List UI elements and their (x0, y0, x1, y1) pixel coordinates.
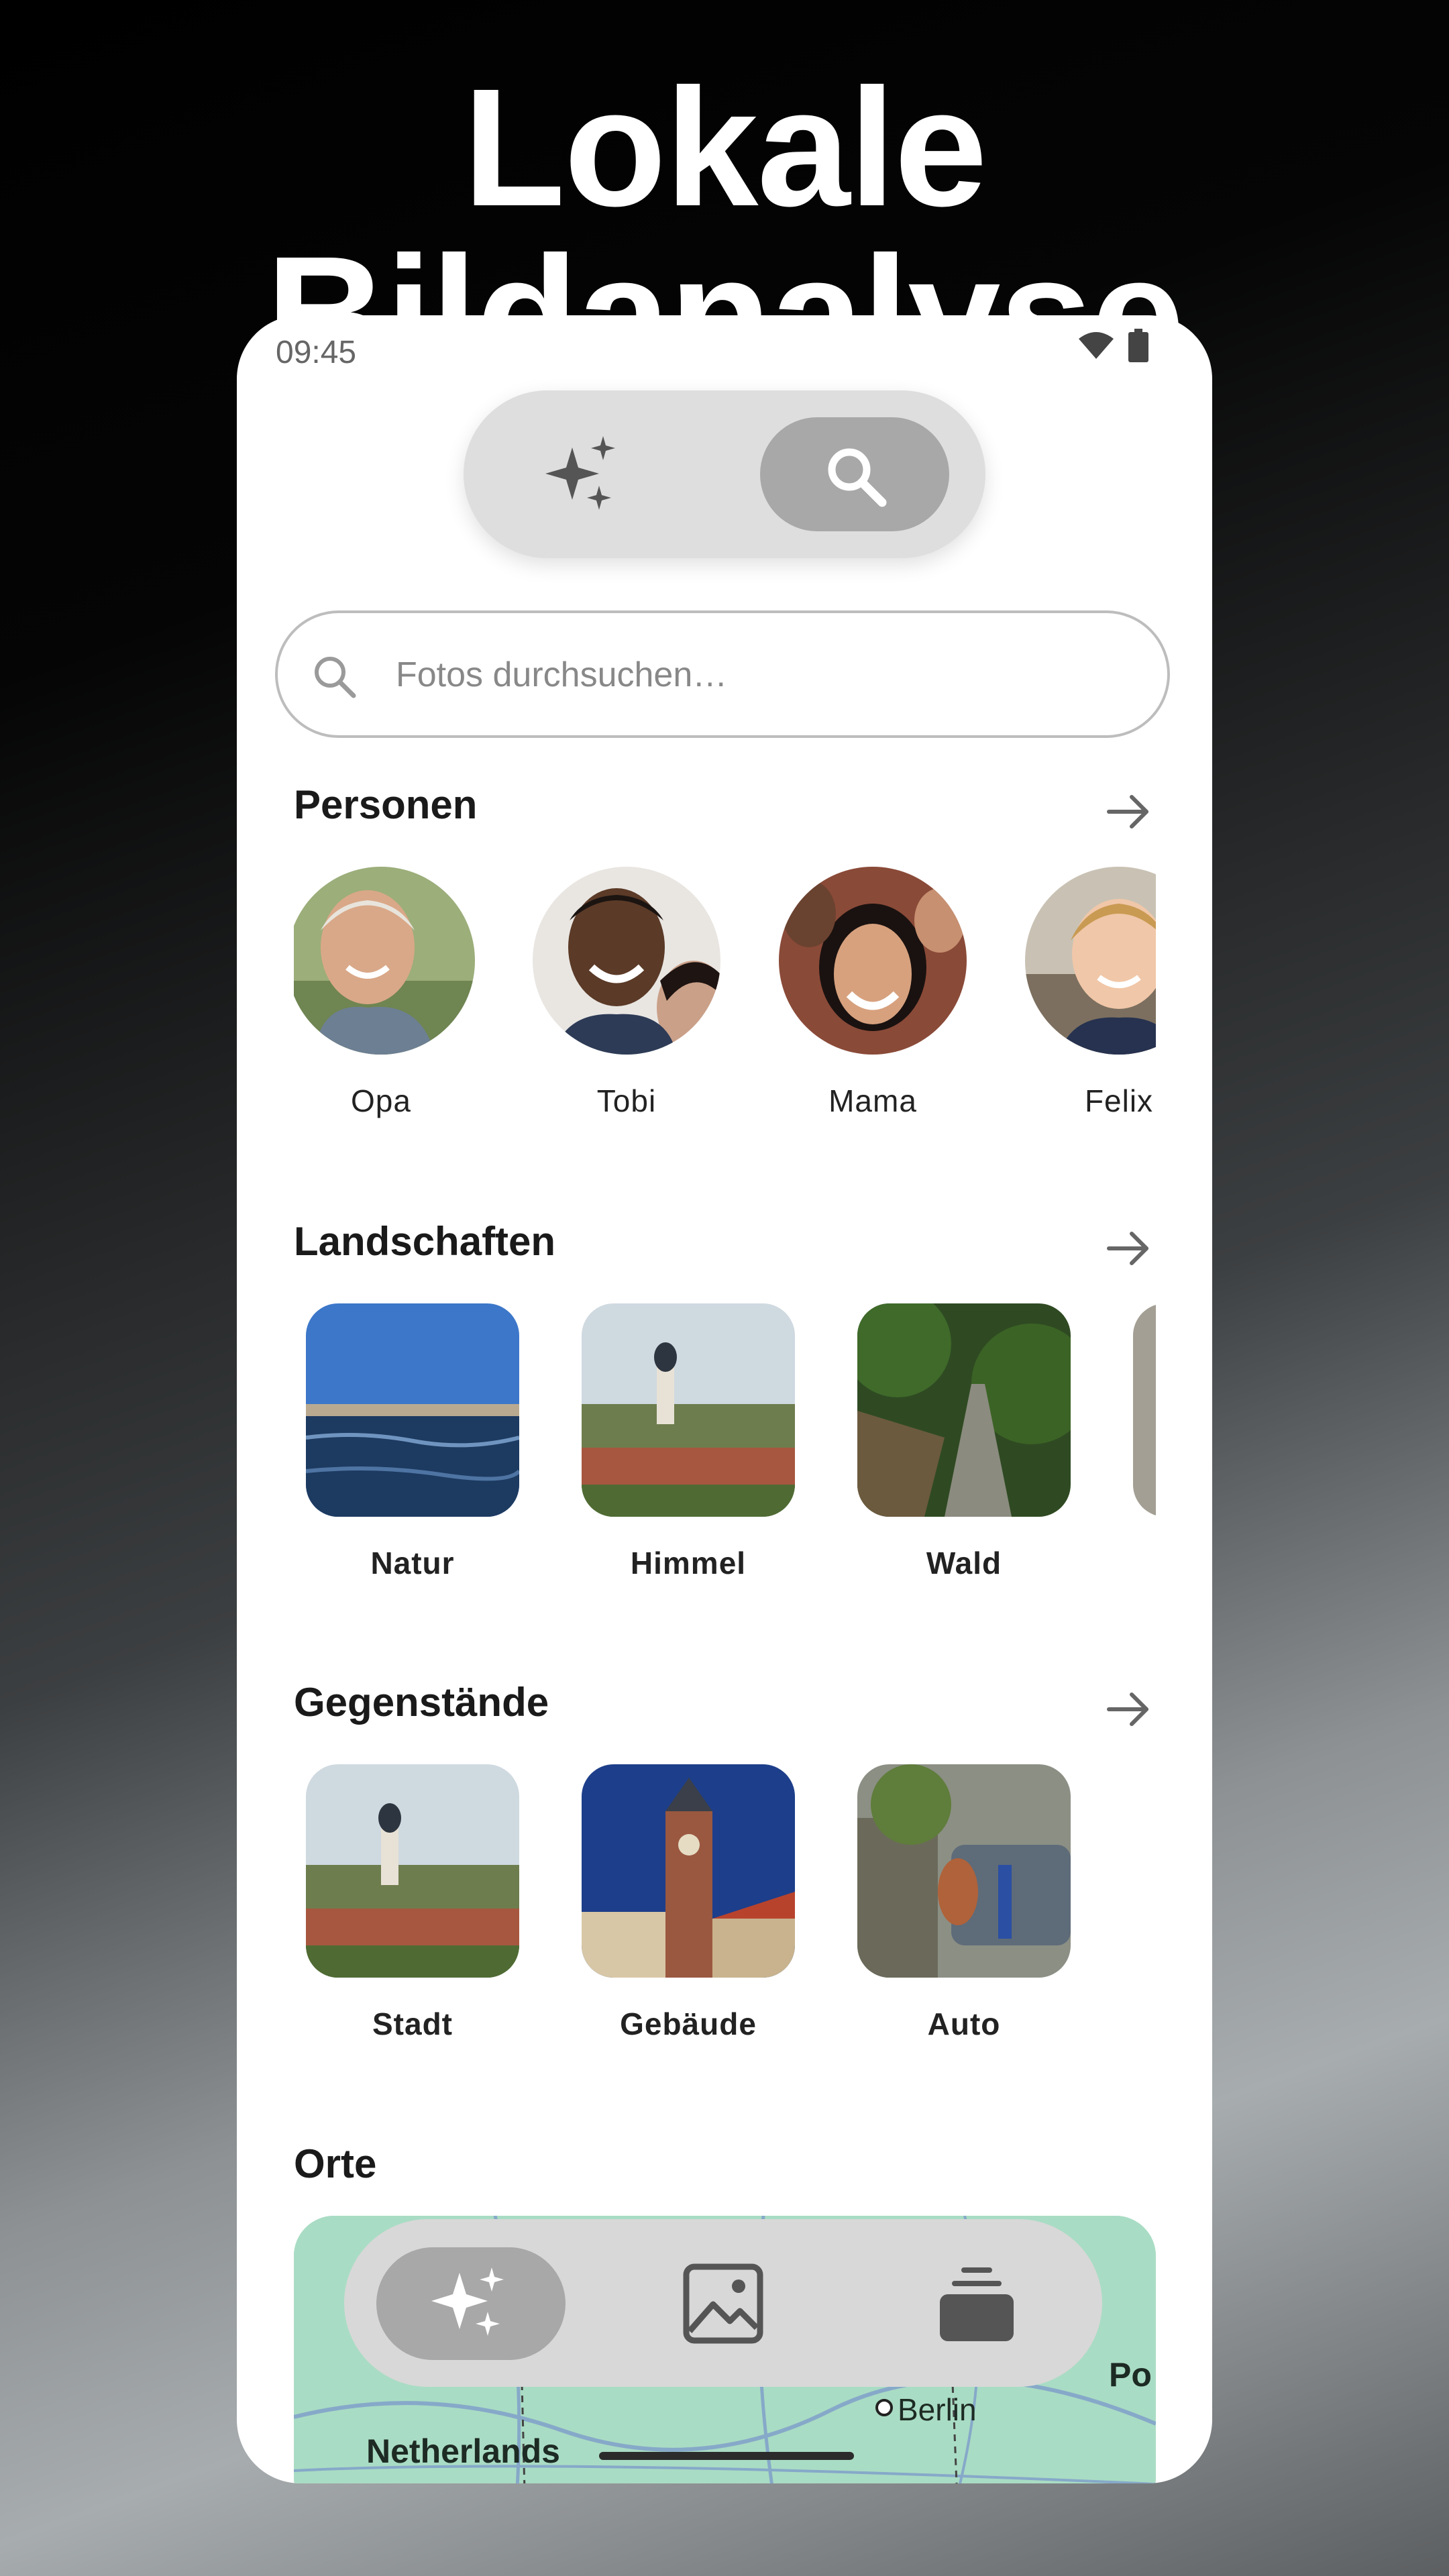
tile-label: Gebäude (620, 2006, 757, 2041)
bottom-navigation (344, 2219, 1102, 2387)
tile-label: Himmel (630, 1546, 747, 1580)
map-label-city: Berlin (898, 2392, 977, 2427)
thumbnail (306, 1764, 519, 1978)
search-icon (315, 657, 356, 698)
tile-label: Stadt (372, 2006, 453, 2041)
person-label: Opa (351, 1083, 411, 1118)
phone-screen: 09:45 Fotos durchsuchen… Personen Opa To… (237, 315, 1212, 2483)
person-label: Tobi (596, 1083, 657, 1118)
nav-stack-button[interactable] (920, 2247, 1034, 2360)
landscape-himmel[interactable]: Himmel (582, 1303, 795, 1581)
person-mama[interactable]: Mama (779, 867, 967, 1119)
section-title-landscapes: Landschaften (294, 1219, 556, 1264)
object-auto[interactable]: Auto (857, 1764, 1071, 2042)
thumbnail (857, 1303, 1071, 1517)
wifi-icon (1079, 332, 1114, 359)
person-label: Mama (828, 1083, 917, 1118)
avatar (533, 867, 720, 1055)
thumbnail (1133, 1303, 1156, 1517)
objects-arrow-icon[interactable] (1102, 1682, 1156, 1736)
people-list: Opa Tobi Mama Felix (294, 867, 1156, 1148)
landscapes-list: Natur Himmel Wald (294, 1303, 1156, 1585)
object-stadt[interactable]: Stadt (306, 1764, 519, 2042)
search-icon (828, 448, 887, 507)
landscape-wald[interactable]: Wald (857, 1303, 1071, 1581)
people-arrow-icon[interactable] (1102, 785, 1156, 839)
landscapes-arrow-icon[interactable] (1102, 1222, 1156, 1275)
person-felix[interactable]: Felix (1025, 867, 1156, 1119)
tile-label: Wald (926, 1546, 1002, 1580)
thumbnail (582, 1764, 795, 1978)
tile-label: Auto (927, 2006, 1001, 2041)
avatar (294, 867, 475, 1055)
objects-list: Stadt Gebäude Auto (294, 1764, 1156, 2046)
person-tobi[interactable]: Tobi (533, 867, 720, 1119)
battery-icon (1128, 329, 1148, 362)
stack-icon (940, 2267, 1014, 2341)
section-title-places: Orte (294, 2141, 377, 2186)
search-bar (275, 610, 1170, 738)
nav-gallery-button[interactable] (666, 2247, 780, 2360)
avatar (779, 867, 967, 1055)
landscape-natur[interactable]: Natur (306, 1303, 519, 1581)
section-title-people: Personen (294, 782, 478, 827)
status-icons (1077, 329, 1148, 362)
tile-label: Natur (370, 1546, 455, 1580)
nav-ai-button[interactable] (376, 2247, 566, 2360)
thumbnail (582, 1303, 795, 1517)
mode-toggle (464, 390, 985, 558)
section-title-objects: Gegenstände (294, 1680, 549, 1725)
thumbnail (306, 1303, 519, 1517)
landscape-partial[interactable] (1133, 1303, 1156, 1517)
person-opa[interactable]: Opa (294, 867, 475, 1119)
ai-mode-button[interactable] (537, 431, 625, 518)
home-indicator (599, 2452, 854, 2460)
search-mode-button[interactable] (760, 417, 949, 531)
gallery-icon (683, 2263, 763, 2344)
status-time: 09:45 (276, 335, 357, 370)
thumbnail (857, 1764, 1071, 1978)
sparkles-icon (431, 2267, 504, 2336)
object-gebaeude[interactable]: Gebäude (582, 1764, 795, 2042)
avatar (1025, 867, 1156, 1055)
search-input[interactable] (394, 613, 1135, 737)
person-label: Felix (1084, 1083, 1154, 1118)
map-label-edge: Po (1109, 2356, 1152, 2394)
sparkles-icon (545, 436, 615, 510)
map-label-country: Netherlands (366, 2432, 560, 2470)
